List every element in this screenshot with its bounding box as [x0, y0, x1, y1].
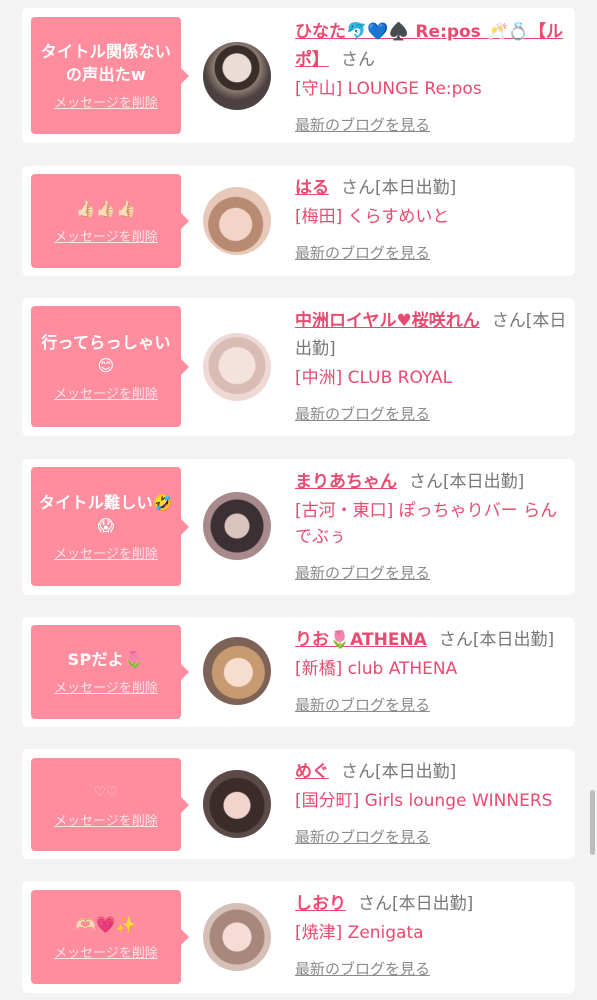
message-title-line: タイトル関係ない [40, 42, 172, 61]
view-blog-link[interactable]: 最新のブログを見る [295, 403, 430, 424]
message-title-line: 😱 [97, 516, 115, 535]
status-text: [本日出勤] [392, 894, 474, 914]
view-blog-link[interactable]: 最新のブログを見る [295, 562, 430, 583]
status-text: [本日出勤] [443, 472, 525, 492]
message-bubble: 行ってらっしゃい 😊 メッセージを削除 [31, 306, 189, 427]
shop-name: [焼津] Zenigata [295, 923, 424, 943]
delete-message-link[interactable]: メッセージを削除 [54, 810, 158, 829]
avatar[interactable] [203, 333, 271, 401]
delete-message-link[interactable]: メッセージを削除 [54, 226, 158, 245]
avatar[interactable] [203, 42, 271, 110]
shop-name: [梅田] くらすめいと [295, 207, 450, 227]
message-title-line: 😊 [97, 356, 115, 375]
honorific: さん [409, 472, 443, 492]
view-blog-link[interactable]: 最新のブログを見る [295, 242, 430, 263]
honorific: さん [438, 630, 473, 650]
message-bubble: 🫶🏻💗✨ メッセージを削除 [31, 890, 189, 984]
message-bubble: タイトル難しい🤣 😱 メッセージを削除 [31, 467, 189, 586]
message-title-line: 👍🏻👍🏻👍🏻 [75, 199, 137, 218]
view-blog-link[interactable]: 最新のブログを見る [295, 958, 430, 979]
message-card: タイトル関係ない の声出たw メッセージを削除 ひなた🐬💙♠️ Re:pos 🥂… [22, 8, 575, 143]
delete-message-link[interactable]: メッセージを削除 [54, 942, 158, 961]
profile-info: 中洲ロイヤル♥桜咲れん さん[本日出勤] [中洲] CLUB ROYAL 最新のブ… [295, 307, 567, 424]
shop-name: [国分町] Girls lounge WINNERS [295, 791, 553, 811]
profile-info: りお🌷ATHENA さん[本日出勤] [新橋] club ATHENA 最新のブロ… [295, 626, 567, 715]
name-line: りお🌷ATHENA さん[本日出勤] [295, 626, 567, 654]
shop-name: [守山] LOUNGE Re:pos [295, 79, 482, 99]
avatar[interactable] [203, 903, 271, 971]
message-title-line: 🫶🏻💗✨ [75, 915, 137, 934]
status-text: [本日出勤] [375, 178, 457, 198]
delete-message-link[interactable]: メッセージを削除 [54, 543, 158, 562]
honorific: さん [358, 894, 392, 914]
profile-name-link[interactable]: めぐ [295, 762, 329, 782]
message-bubble: タイトル関係ない の声出たw メッセージを削除 [31, 17, 189, 134]
name-line: 中洲ロイヤル♥桜咲れん さん[本日出勤] [295, 307, 567, 363]
view-blog-link[interactable]: 最新のブログを見る [295, 114, 430, 135]
message-card: 🫶🏻💗✨ メッセージを削除 しおり さん[本日出勤] [焼津] Zenigata … [22, 881, 575, 993]
message-card: 👍🏻👍🏻👍🏻 メッセージを削除 はる さん[本日出勤] [梅田] くらすめいと 最… [22, 166, 575, 276]
delete-message-link[interactable]: メッセージを削除 [54, 92, 158, 111]
avatar[interactable] [203, 187, 271, 255]
profile-name-link[interactable]: しおり [295, 894, 346, 914]
name-line: ひなた🐬💙♠️ Re:pos 🥂💍【ルポ】 さん [295, 18, 567, 74]
message-title-line: SPだよ🌷 [67, 650, 145, 669]
scrollbar[interactable] [590, 790, 595, 855]
name-line: はる さん[本日出勤] [295, 174, 567, 202]
message-title-line: タイトル難しい🤣 [38, 493, 174, 512]
profile-info: しおり さん[本日出勤] [焼津] Zenigata 最新のブログを見る [295, 890, 567, 979]
name-line: めぐ さん[本日出勤] [295, 758, 567, 786]
profile-name-link[interactable]: ひなた🐬💙♠️ Re:pos 🥂💍【ルポ】 [295, 22, 563, 70]
avatar[interactable] [203, 637, 271, 705]
honorific: さん [491, 311, 526, 331]
view-blog-link[interactable]: 最新のブログを見る [295, 694, 430, 715]
name-line: まりあちゃん さん[本日出勤] [295, 468, 567, 496]
message-bubble: SPだよ🌷 メッセージを削除 [31, 625, 189, 719]
profile-name-link[interactable]: 中洲ロイヤル♥桜咲れん [295, 311, 480, 331]
message-title-line: 行ってらっしゃい [41, 333, 171, 352]
honorific: さん [341, 762, 375, 782]
honorific: さん [341, 50, 375, 70]
profile-name-link[interactable]: はる [295, 178, 329, 198]
message-title-line: の声出たw [65, 65, 147, 84]
shop-name: [古河・東口] ぽっちゃりバー らんでぶぅ [295, 501, 558, 547]
message-card: SPだよ🌷 メッセージを削除 りお🌷ATHENA さん[本日出勤] [新橋] cl… [22, 617, 575, 727]
profile-info: はる さん[本日出勤] [梅田] くらすめいと 最新のブログを見る [295, 174, 567, 263]
profile-info: めぐ さん[本日出勤] [国分町] Girls lounge WINNERS 最新… [295, 758, 567, 847]
shop-name: [新橋] club ATHENA [295, 659, 458, 679]
message-bubble: 👍🏻👍🏻👍🏻 メッセージを削除 [31, 174, 189, 268]
message-bubble: ♡♡ メッセージを削除 [31, 758, 189, 851]
profile-info: まりあちゃん さん[本日出勤] [古河・東口] ぽっちゃりバー らんでぶぅ 最新の… [295, 468, 567, 583]
avatar[interactable] [203, 492, 271, 560]
message-card: タイトル難しい🤣 😱 メッセージを削除 まりあちゃん さん[本日出勤] [古河・東… [22, 459, 575, 595]
avatar[interactable] [203, 770, 271, 838]
delete-message-link[interactable]: メッセージを削除 [54, 677, 158, 696]
profile-name-link[interactable]: まりあちゃん [295, 472, 397, 492]
view-blog-link[interactable]: 最新のブログを見る [295, 826, 430, 847]
status-text: [本日出勤] [375, 762, 457, 782]
profile-info: ひなた🐬💙♠️ Re:pos 🥂💍【ルポ】 さん [守山] LOUNGE Re:p… [295, 18, 567, 135]
delete-message-link[interactable]: メッセージを削除 [54, 383, 158, 402]
message-card: ♡♡ メッセージを削除 めぐ さん[本日出勤] [国分町] Girls loung… [22, 749, 575, 859]
message-title-line: ♡♡ [94, 784, 118, 800]
profile-name-link[interactable]: りお🌷ATHENA [295, 630, 427, 650]
message-card: 行ってらっしゃい 😊 メッセージを削除 中洲ロイヤル♥桜咲れん さん[本日出勤] … [22, 298, 575, 436]
name-line: しおり さん[本日出勤] [295, 890, 567, 918]
shop-name: [中洲] CLUB ROYAL [295, 368, 453, 388]
status-text: [本日出勤] [472, 630, 555, 650]
honorific: さん [341, 178, 375, 198]
